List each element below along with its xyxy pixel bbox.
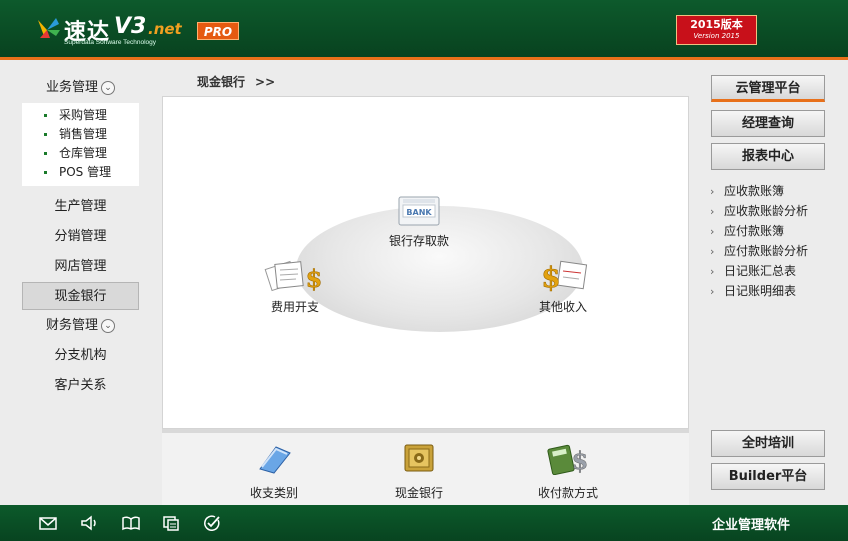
sidebar-group-business-label: 业务管理 bbox=[45, 80, 98, 95]
svg-text:$: $ bbox=[306, 264, 323, 293]
sidebar-item-label: POS 管理 bbox=[59, 165, 112, 179]
flow-canvas: BANK 银行存取款 $ 费用开支 $ 其他收入 bbox=[162, 96, 689, 429]
calculator-icon: $ bbox=[547, 444, 589, 475]
link-label: 应付款账簿 bbox=[724, 224, 785, 238]
sidebar-group-finance-label: 财务管理 bbox=[45, 318, 98, 333]
chevron-right-icon: › bbox=[710, 265, 715, 278]
link-label: 日记账明细表 bbox=[724, 284, 797, 298]
node-label: 银行存取款 bbox=[389, 234, 450, 248]
chevron-down-icon: ⌄ bbox=[101, 81, 115, 95]
breadcrumb-current: 现金银行 bbox=[197, 75, 246, 89]
mail-icon[interactable] bbox=[38, 514, 58, 532]
node-label: 其他收入 bbox=[538, 300, 587, 314]
logo-brand-v3: V3 bbox=[114, 14, 147, 39]
speaker-icon[interactable] bbox=[79, 514, 99, 532]
logo-subtitle: Superdata Software Technology bbox=[64, 39, 157, 46]
sidebar-item-label: 销售管理 bbox=[59, 127, 108, 141]
bank-icon: BANK bbox=[398, 196, 440, 226]
cloud-platform-button[interactable]: 云管理平台 bbox=[711, 75, 825, 102]
bottom-shortcuts: 收支类别 现金银行 $ 收付款方式 bbox=[162, 429, 689, 505]
logo-flower-icon bbox=[38, 18, 60, 38]
chevron-right-icon: › bbox=[710, 285, 715, 298]
windows-icon[interactable] bbox=[161, 514, 181, 532]
bank-icon-text: BANK bbox=[406, 208, 432, 217]
folder-blue-icon bbox=[259, 446, 291, 474]
link-journal-summary[interactable]: › 日记账汇总表 bbox=[710, 261, 830, 281]
sidebar-item-branch[interactable]: 分支机构 bbox=[22, 342, 139, 370]
income-dollar-icon: $ bbox=[541, 261, 588, 294]
sidebar-item-crm[interactable]: 客户关系 bbox=[22, 372, 139, 400]
node-other-income[interactable]: $ 其他收入 bbox=[535, 257, 591, 315]
chevron-right-icon: › bbox=[710, 245, 715, 258]
sidebar-item-cash-bank[interactable]: 现金银行 bbox=[22, 282, 139, 310]
shortcut-label: 收支类别 bbox=[250, 486, 299, 500]
chevron-right-icon: › bbox=[710, 185, 715, 198]
chevron-right-icon: › bbox=[710, 205, 715, 218]
link-label: 应收款账簿 bbox=[724, 184, 785, 198]
logo-brand-net: .net bbox=[148, 20, 182, 38]
sidebar-item-pos[interactable]: POS 管理 bbox=[22, 163, 139, 182]
svg-text:$: $ bbox=[572, 446, 589, 475]
shortcut-income-expense-category[interactable]: 收支类别 bbox=[250, 441, 298, 501]
link-receivable-aging[interactable]: › 应收款账龄分析 bbox=[710, 201, 830, 221]
sidebar-group-finance[interactable]: 财务管理 ⌄ bbox=[22, 315, 139, 337]
report-links: › 应收款账簿 › 应收款账龄分析 › 应付款账簿 › 应付款账龄分析 › 日记账汇总表 … bbox=[710, 181, 830, 301]
link-receivable-ledger[interactable]: › 应收款账簿 bbox=[710, 181, 830, 201]
link-label: 应付款账龄分析 bbox=[724, 244, 809, 258]
sidebar-item-distribution[interactable]: 分销管理 bbox=[22, 223, 139, 251]
sidebar-item-production[interactable]: 生产管理 bbox=[22, 193, 139, 221]
sidebar-item-sales[interactable]: 销售管理 bbox=[22, 125, 139, 144]
node-label: 费用开支 bbox=[270, 300, 319, 314]
shortcut-payment-method[interactable]: $ 收付款方式 bbox=[538, 441, 598, 501]
shortcut-label: 收付款方式 bbox=[538, 486, 599, 500]
sidebar-item-label: 仓库管理 bbox=[59, 146, 108, 160]
link-journal-detail[interactable]: › 日记账明细表 bbox=[710, 281, 830, 301]
breadcrumb-arrow: >> bbox=[255, 75, 276, 89]
node-bank-deposit-withdraw[interactable]: BANK 银行存取款 bbox=[389, 193, 449, 249]
safe-icon bbox=[404, 444, 434, 472]
builder-platform-button[interactable]: Builder平台 bbox=[711, 463, 825, 490]
sidebar-item-online-store[interactable]: 网店管理 bbox=[22, 253, 139, 281]
footer-product-name: 企业管理软件 bbox=[711, 518, 790, 533]
sidebar-item-label: 采购管理 bbox=[59, 108, 108, 122]
version-badge: 2015版本 Version 2015 bbox=[676, 15, 757, 45]
training-button[interactable]: 全时培训 bbox=[711, 430, 825, 457]
app-header: 速达 V3 .net Superdata Software Technology… bbox=[0, 0, 848, 60]
version-subtitle: Version 2015 bbox=[693, 32, 740, 40]
link-payable-aging[interactable]: › 应付款账龄分析 bbox=[710, 241, 830, 261]
report-center-button[interactable]: 报表中心 bbox=[711, 143, 825, 170]
pro-badge: PRO bbox=[197, 22, 239, 40]
link-label: 日记账汇总表 bbox=[724, 264, 797, 278]
chevron-right-icon: › bbox=[710, 225, 715, 238]
shortcut-cash-bank[interactable]: 现金银行 bbox=[395, 441, 443, 501]
shortcut-label: 现金银行 bbox=[395, 486, 444, 500]
expense-documents-icon: $ bbox=[264, 260, 323, 293]
sidebar-item-purchase[interactable]: 采购管理 bbox=[22, 106, 139, 125]
link-label: 应收款账龄分析 bbox=[724, 204, 809, 218]
check-circle-icon[interactable] bbox=[202, 514, 222, 532]
link-payable-ledger[interactable]: › 应付款账簿 bbox=[710, 221, 830, 241]
svg-text:$: $ bbox=[541, 261, 560, 294]
book-icon[interactable] bbox=[121, 514, 141, 532]
sidebar-group-business[interactable]: 业务管理 ⌄ bbox=[22, 77, 139, 99]
manager-query-button[interactable]: 经理查询 bbox=[711, 110, 825, 137]
breadcrumb: 现金银行 >> bbox=[197, 73, 275, 90]
chevron-down-icon: ⌄ bbox=[101, 319, 115, 333]
version-title: 2015版本 bbox=[690, 18, 743, 31]
node-expense[interactable]: $ 费用开支 bbox=[262, 257, 328, 315]
app-footer: 企业管理软件 bbox=[0, 505, 848, 541]
sidebar-item-warehouse[interactable]: 仓库管理 bbox=[22, 144, 139, 163]
app-logo: 速达 V3 .net Superdata Software Technology bbox=[34, 14, 194, 48]
business-submenu: 采购管理 销售管理 仓库管理 POS 管理 bbox=[22, 103, 139, 186]
